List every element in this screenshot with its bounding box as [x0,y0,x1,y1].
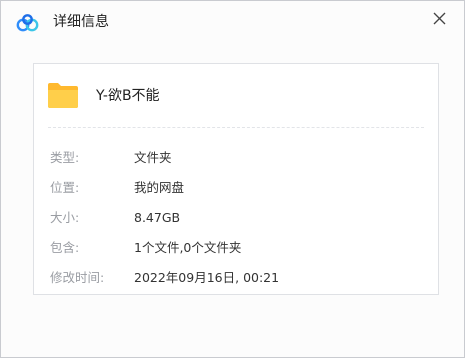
detail-label-type: 类型: [50,150,80,165]
detail-value-location: 我的网盘 [134,180,185,195]
detail-value-contains: 1个文件,0个文件夹 [134,240,242,255]
detail-row-type: 类型: 文件夹 [50,148,430,168]
detail-row-modified: 修改时间: 2022年09月16日, 00:21 [50,268,430,288]
close-button[interactable] [428,7,452,31]
detail-label-size: 大小: [50,210,80,225]
detail-value-modified: 2022年09月16日, 00:21 [134,270,280,285]
detail-value-type: 文件夹 [134,150,172,165]
dialog-title: 详细信息 [53,14,109,30]
detail-value-size: 8.47GB [134,210,181,225]
detail-label-modified: 修改时间: [50,270,105,285]
folder-icon [46,81,80,109]
details-dialog: 详细信息 Y-欲B不能 类型: 文件夹 位置: 我的网盘 大小: 8.47GB … [0,0,465,358]
divider [48,127,424,128]
detail-row-location: 位置: 我的网盘 [50,178,430,198]
detail-row-contains: 包含: 1个文件,0个文件夹 [50,238,430,258]
detail-label-location: 位置: [50,180,80,195]
detail-row-size: 大小: 8.47GB [50,208,430,228]
close-icon [433,12,446,25]
app-logo-icon [15,14,41,32]
title-bar: 详细信息 [1,1,464,41]
file-name: Y-欲B不能 [96,88,160,104]
detail-label-contains: 包含: [50,240,80,255]
file-info-card: Y-欲B不能 类型: 文件夹 位置: 我的网盘 大小: 8.47GB 包含: 1… [33,63,439,295]
